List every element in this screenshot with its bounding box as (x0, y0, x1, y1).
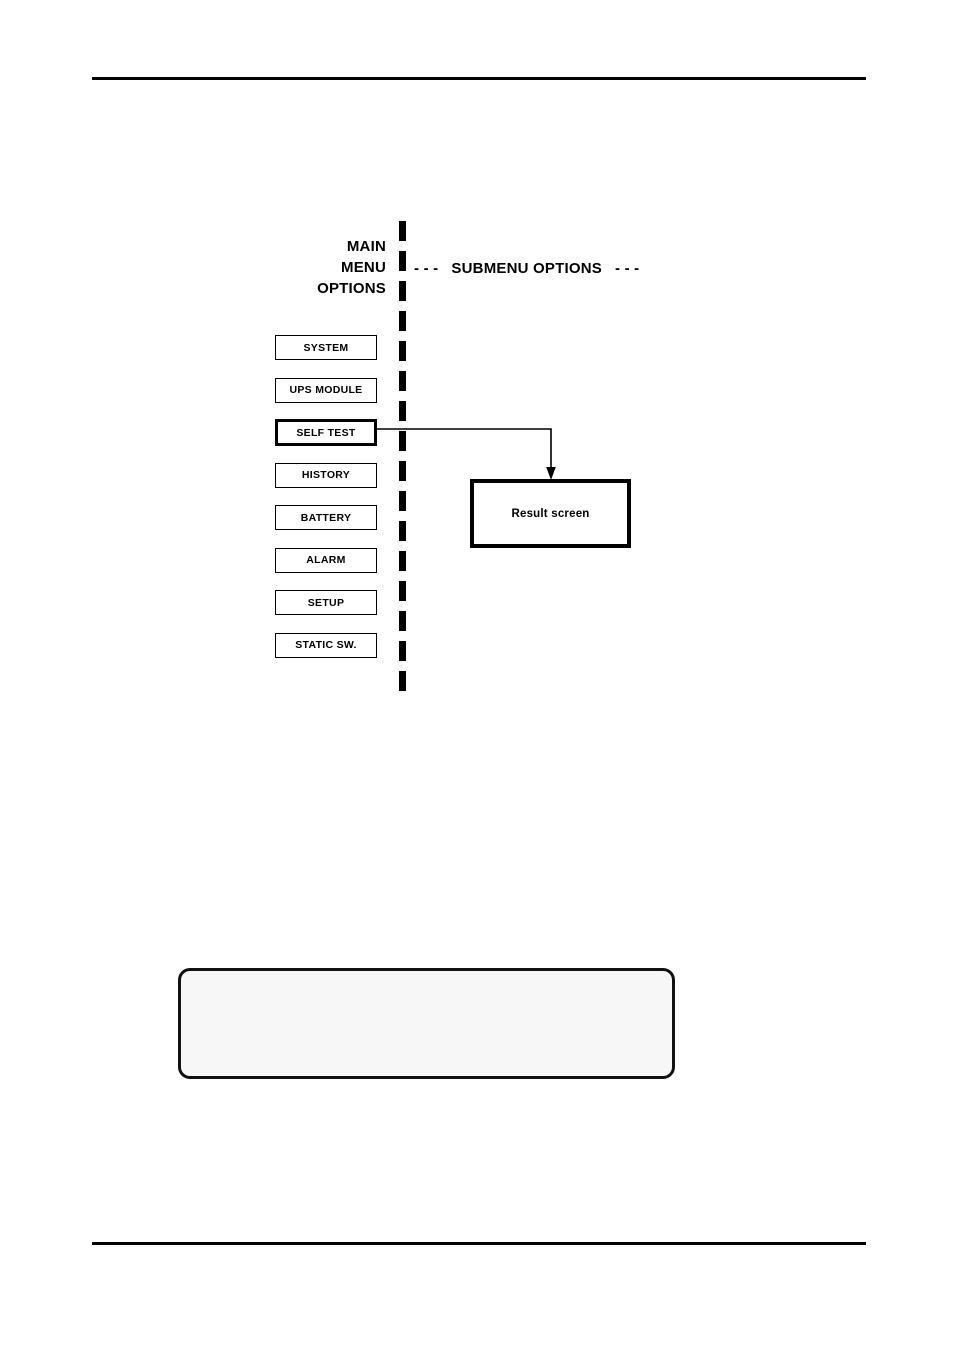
menu-item-label: STATIC SW. (295, 639, 357, 651)
result-screen-label: Result screen (511, 507, 590, 520)
divider-dash (399, 671, 406, 691)
divider-dash (399, 641, 406, 661)
divider-dash (399, 221, 406, 241)
menu-item-battery[interactable]: BATTERY (275, 505, 377, 530)
divider-dash (399, 251, 406, 271)
main-menu-options-heading: MAIN MENU OPTIONS (317, 238, 386, 297)
divider-dash (399, 401, 406, 421)
menu-item-label: UPS MODULE (289, 384, 363, 396)
menu-item-alarm[interactable]: ALARM (275, 547, 377, 573)
menu-item-label: ALARM (306, 554, 346, 566)
divider-dash (399, 341, 406, 361)
menu-item-label: SYSTEM (303, 341, 349, 354)
divider-dash (399, 521, 406, 541)
divider-dash (399, 491, 406, 511)
menu-item-label: SELF TEST (296, 426, 356, 439)
submenu-options-heading: - - - SUBMENU OPTIONS - - - (414, 260, 640, 277)
result-screen-node: Result screen (470, 479, 631, 548)
menu-item-label: BATTERY (300, 511, 352, 524)
divider-dash (399, 551, 406, 571)
footer-rule (92, 1242, 866, 1245)
note-callout-box (178, 968, 675, 1079)
divider-dash (399, 611, 406, 631)
menu-item-label: SETUP (307, 596, 345, 609)
note-callout-text (181, 971, 672, 999)
divider-dash (399, 371, 406, 391)
divider-dash (399, 311, 406, 331)
divider-dash (399, 581, 406, 601)
divider-dash (399, 281, 406, 301)
menu-item-self-test[interactable]: SELF TEST (275, 419, 377, 446)
menu-item-static-sw[interactable]: STATIC SW. (275, 632, 377, 658)
menu-item-label: HISTORY (301, 469, 351, 481)
menu-item-ups-module[interactable]: UPS MODULE (275, 377, 377, 403)
menu-item-history[interactable]: HISTORY (275, 462, 377, 488)
menu-navigation-diagram: MAIN MENU OPTIONS - - - SUBMENU OPTIONS … (0, 0, 954, 760)
menu-item-setup[interactable]: SETUP (275, 590, 377, 615)
menu-item-system[interactable]: SYSTEM (275, 335, 377, 360)
